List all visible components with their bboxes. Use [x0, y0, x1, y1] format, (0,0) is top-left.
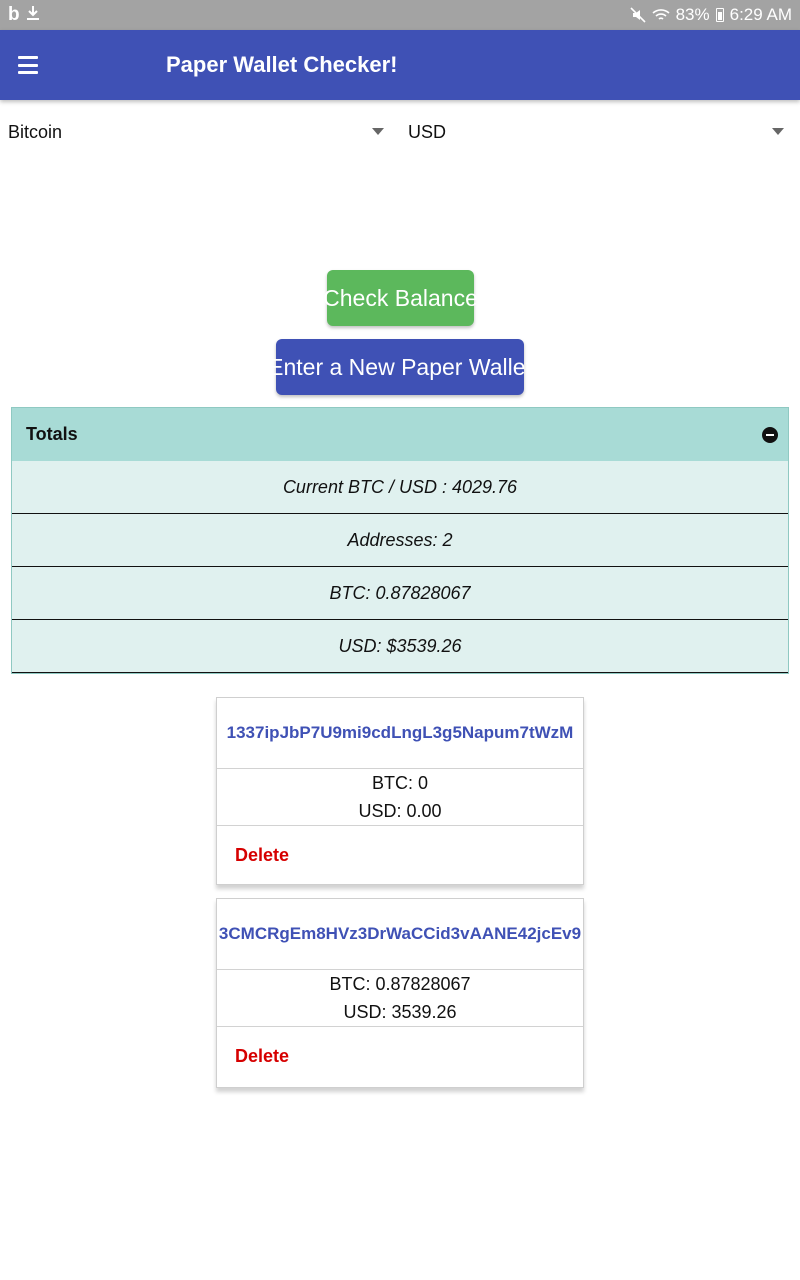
wallet-values: BTC: 0.87828067 USD: 3539.26	[217, 970, 583, 1027]
totals-title: Totals	[26, 424, 78, 444]
collapse-icon[interactable]	[762, 426, 778, 443]
totals-addresses-row: Addresses: 2	[12, 514, 788, 567]
wallet-card: 3CMCRgEm8HVz3DrWaCCid3vAANE42jcEv9 BTC: …	[216, 898, 584, 1088]
wallet-btc: BTC: 0.87828067	[329, 974, 471, 994]
delete-button[interactable]: Delete	[217, 1027, 583, 1085]
status-left: b	[8, 4, 40, 26]
battery-icon	[715, 8, 724, 22]
totals-btc-row: BTC: 0.87828067	[12, 567, 788, 620]
fiat-select[interactable]: USD	[408, 110, 788, 154]
new-paper-wallet-button[interactable]: Enter a New Paper Wallet	[268, 339, 532, 395]
battery-percent: 83%	[675, 5, 710, 24]
crypto-select[interactable]: Bitcoin	[8, 110, 388, 154]
fiat-select-value: USD	[408, 121, 447, 142]
status-time: 6:29 AM	[729, 5, 792, 24]
check-balance-button[interactable]: Check Balance	[323, 270, 478, 326]
download-icon	[26, 5, 40, 26]
app-bar: Paper Wallet Checker!	[0, 30, 800, 100]
b-icon: b	[8, 4, 20, 25]
wallet-address-link[interactable]: 1337ipJbP7U9mi9cdLngL3g5Napum7tWzM	[217, 698, 583, 769]
totals-rate-row: Current BTC / USD : 4029.76	[12, 461, 788, 514]
wallet-address-link[interactable]: 3CMCRgEm8HVz3DrWaCCid3vAANE42jcEv9	[217, 899, 583, 970]
menu-icon[interactable]	[18, 56, 38, 74]
dropdown-arrow-icon	[372, 128, 384, 135]
wallet-btc: BTC: 0	[371, 773, 428, 793]
wallet-card: 1337ipJbP7U9mi9cdLngL3g5Napum7tWzM BTC: …	[216, 697, 584, 885]
totals-header[interactable]: Totals	[12, 408, 788, 461]
wallet-values: BTC: 0 USD: 0.00	[217, 769, 583, 826]
wifi-icon	[652, 8, 670, 22]
wallet-usd: USD: 3539.26	[343, 1002, 457, 1022]
app-title: Paper Wallet Checker!	[166, 52, 398, 77]
wallet-usd: USD: 0.00	[358, 801, 442, 821]
status-right: 83% 6:29 AM	[630, 5, 792, 25]
totals-usd-row: USD: $3539.26	[12, 620, 788, 673]
mute-icon	[630, 7, 646, 23]
screen: b 83% 6:29 AM Paper Wallet Checker! Bitc…	[0, 0, 800, 1280]
delete-button[interactable]: Delete	[217, 826, 583, 884]
crypto-select-value: Bitcoin	[8, 121, 63, 142]
status-bar: b 83% 6:29 AM	[0, 0, 800, 30]
dropdown-arrow-icon	[772, 128, 784, 135]
totals-panel: Totals Current BTC / USD : 4029.76 Addre…	[11, 407, 789, 674]
